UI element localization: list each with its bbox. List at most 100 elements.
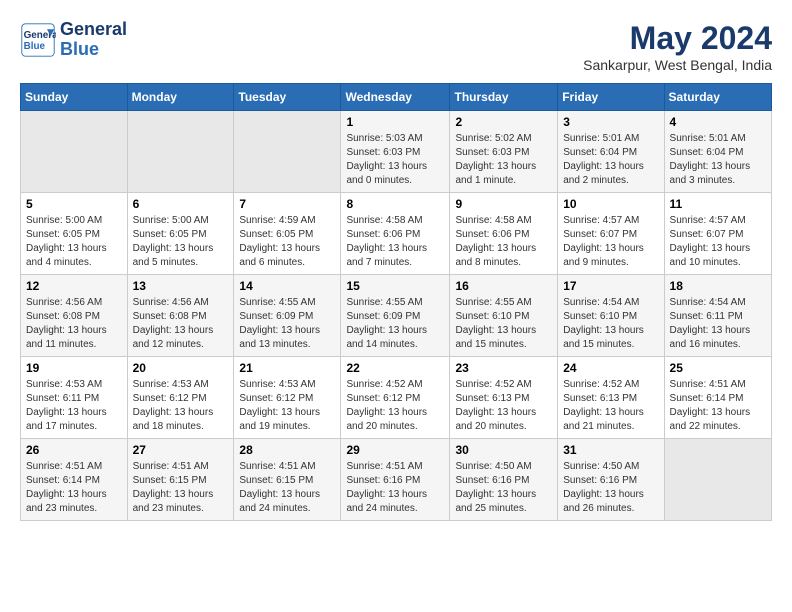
calendar-cell: 30 Sunrise: 4:50 AMSunset: 6:16 PMDayligh… bbox=[450, 439, 558, 521]
calendar-cell: 24 Sunrise: 4:52 AMSunset: 6:13 PMDayligh… bbox=[558, 357, 664, 439]
day-info: Sunrise: 4:52 AMSunset: 6:13 PMDaylight:… bbox=[455, 378, 552, 434]
calendar-cell: 27 Sunrise: 4:51 AMSunset: 6:15 PMDayligh… bbox=[127, 439, 234, 521]
calendar-cell: 29 Sunrise: 4:51 AMSunset: 6:16 PMDayligh… bbox=[341, 439, 450, 521]
day-info: Sunrise: 4:58 AMSunset: 6:06 PMDaylight:… bbox=[455, 214, 552, 270]
day-number: 30 bbox=[455, 443, 552, 457]
calendar-cell: 21Sunrise: 4:53 AMSunset: 6:12 PMDayligh… bbox=[234, 357, 341, 439]
weekday-header-friday: Friday bbox=[558, 84, 664, 111]
calendar-cell: 6 Sunrise: 5:00 AMSunset: 6:05 PMDaylight… bbox=[127, 193, 234, 275]
calendar-cell: 2 Sunrise: 5:02 AMSunset: 6:03 PMDaylight… bbox=[450, 111, 558, 193]
weekday-header-monday: Monday bbox=[127, 84, 234, 111]
month-title: May 2024 bbox=[583, 20, 772, 57]
day-number: 28 bbox=[239, 443, 335, 457]
calendar-cell: 19Sunrise: 4:53 AMSunset: 6:11 PMDayligh… bbox=[21, 357, 128, 439]
day-info: Sunrise: 4:55 AMSunset: 6:09 PMDaylight:… bbox=[346, 296, 444, 352]
title-section: May 2024 Sankarpur, West Bengal, India bbox=[583, 20, 772, 73]
calendar-cell: 28 Sunrise: 4:51 AMSunset: 6:15 PMDayligh… bbox=[234, 439, 341, 521]
day-number: 14 bbox=[239, 279, 335, 293]
weekday-header-tuesday: Tuesday bbox=[234, 84, 341, 111]
day-info: Sunrise: 4:52 AMSunset: 6:13 PMDaylight:… bbox=[563, 378, 658, 434]
week-row-2: 5 Sunrise: 5:00 AMSunset: 6:05 PMDaylight… bbox=[21, 193, 772, 275]
calendar-cell: 20 Sunrise: 4:53 AMSunset: 6:12 PMDayligh… bbox=[127, 357, 234, 439]
day-info: Sunrise: 4:58 AMSunset: 6:06 PMDaylight:… bbox=[346, 214, 444, 270]
weekday-header-wednesday: Wednesday bbox=[341, 84, 450, 111]
day-number: 31 bbox=[563, 443, 658, 457]
weekday-header-row: SundayMondayTuesdayWednesdayThursdayFrid… bbox=[21, 84, 772, 111]
day-number: 17 bbox=[563, 279, 658, 293]
day-number: 8 bbox=[346, 197, 444, 211]
day-number: 16 bbox=[455, 279, 552, 293]
page-header: General Blue General Blue May 2024 Sanka… bbox=[20, 20, 772, 73]
day-number: 3 bbox=[563, 115, 658, 129]
day-number: 6 bbox=[133, 197, 229, 211]
calendar-cell: 12Sunrise: 4:56 AMSunset: 6:08 PMDayligh… bbox=[21, 275, 128, 357]
calendar-cell: 1 Sunrise: 5:03 AMSunset: 6:03 PMDaylight… bbox=[341, 111, 450, 193]
calendar-cell: 16 Sunrise: 4:55 AMSunset: 6:10 PMDayligh… bbox=[450, 275, 558, 357]
day-info: Sunrise: 4:52 AMSunset: 6:12 PMDaylight:… bbox=[346, 378, 444, 434]
calendar-cell: 26Sunrise: 4:51 AMSunset: 6:14 PMDayligh… bbox=[21, 439, 128, 521]
calendar-cell: 18Sunrise: 4:54 AMSunset: 6:11 PMDayligh… bbox=[664, 275, 771, 357]
calendar-cell: 10Sunrise: 4:57 AMSunset: 6:07 PMDayligh… bbox=[558, 193, 664, 275]
day-info: Sunrise: 4:50 AMSunset: 6:16 PMDaylight:… bbox=[563, 460, 658, 516]
calendar-cell: 17 Sunrise: 4:54 AMSunset: 6:10 PMDayligh… bbox=[558, 275, 664, 357]
calendar-cell: 9Sunrise: 4:58 AMSunset: 6:06 PMDaylight… bbox=[450, 193, 558, 275]
day-info: Sunrise: 4:53 AMSunset: 6:12 PMDaylight:… bbox=[133, 378, 229, 434]
day-number: 21 bbox=[239, 361, 335, 375]
logo-line1: General bbox=[60, 20, 127, 40]
day-number: 23 bbox=[455, 361, 552, 375]
day-number: 12 bbox=[26, 279, 122, 293]
day-info: Sunrise: 4:51 AMSunset: 6:15 PMDaylight:… bbox=[239, 460, 335, 516]
calendar-cell: 4Sunrise: 5:01 AMSunset: 6:04 PMDaylight… bbox=[664, 111, 771, 193]
day-info: Sunrise: 5:01 AMSunset: 6:04 PMDaylight:… bbox=[670, 132, 766, 188]
calendar-cell: 25 Sunrise: 4:51 AMSunset: 6:14 PMDayligh… bbox=[664, 357, 771, 439]
weekday-header-saturday: Saturday bbox=[664, 84, 771, 111]
calendar-cell: 5 Sunrise: 5:00 AMSunset: 6:05 PMDaylight… bbox=[21, 193, 128, 275]
logo: General Blue General Blue bbox=[20, 20, 127, 60]
day-info: Sunrise: 4:53 AMSunset: 6:11 PMDaylight:… bbox=[26, 378, 122, 434]
week-row-1: 1 Sunrise: 5:03 AMSunset: 6:03 PMDaylight… bbox=[21, 111, 772, 193]
calendar-cell: 11Sunrise: 4:57 AMSunset: 6:07 PMDayligh… bbox=[664, 193, 771, 275]
calendar-cell bbox=[664, 439, 771, 521]
day-info: Sunrise: 4:54 AMSunset: 6:10 PMDaylight:… bbox=[563, 296, 658, 352]
day-number: 5 bbox=[26, 197, 122, 211]
day-info: Sunrise: 5:00 AMSunset: 6:05 PMDaylight:… bbox=[26, 214, 122, 270]
weekday-header-thursday: Thursday bbox=[450, 84, 558, 111]
day-info: Sunrise: 4:55 AMSunset: 6:09 PMDaylight:… bbox=[239, 296, 335, 352]
day-number: 13 bbox=[133, 279, 229, 293]
week-row-4: 19Sunrise: 4:53 AMSunset: 6:11 PMDayligh… bbox=[21, 357, 772, 439]
day-number: 20 bbox=[133, 361, 229, 375]
day-number: 29 bbox=[346, 443, 444, 457]
weekday-header-sunday: Sunday bbox=[21, 84, 128, 111]
calendar-cell: 8 Sunrise: 4:58 AMSunset: 6:06 PMDaylight… bbox=[341, 193, 450, 275]
day-info: Sunrise: 5:00 AMSunset: 6:05 PMDaylight:… bbox=[133, 214, 229, 270]
day-info: Sunrise: 4:54 AMSunset: 6:11 PMDaylight:… bbox=[670, 296, 766, 352]
day-info: Sunrise: 4:56 AMSunset: 6:08 PMDaylight:… bbox=[133, 296, 229, 352]
calendar-cell: 3Sunrise: 5:01 AMSunset: 6:04 PMDaylight… bbox=[558, 111, 664, 193]
day-info: Sunrise: 4:57 AMSunset: 6:07 PMDaylight:… bbox=[563, 214, 658, 270]
logo-icon: General Blue bbox=[20, 22, 56, 58]
day-info: Sunrise: 4:51 AMSunset: 6:16 PMDaylight:… bbox=[346, 460, 444, 516]
calendar-cell: 23 Sunrise: 4:52 AMSunset: 6:13 PMDayligh… bbox=[450, 357, 558, 439]
logo-line2: Blue bbox=[60, 40, 127, 60]
day-info: Sunrise: 5:02 AMSunset: 6:03 PMDaylight:… bbox=[455, 132, 552, 188]
calendar-cell: 14 Sunrise: 4:55 AMSunset: 6:09 PMDayligh… bbox=[234, 275, 341, 357]
day-number: 27 bbox=[133, 443, 229, 457]
day-number: 26 bbox=[26, 443, 122, 457]
day-number: 25 bbox=[670, 361, 766, 375]
day-info: Sunrise: 4:57 AMSunset: 6:07 PMDaylight:… bbox=[670, 214, 766, 270]
day-info: Sunrise: 4:51 AMSunset: 6:15 PMDaylight:… bbox=[133, 460, 229, 516]
calendar-cell bbox=[234, 111, 341, 193]
day-info: Sunrise: 4:55 AMSunset: 6:10 PMDaylight:… bbox=[455, 296, 552, 352]
day-number: 22 bbox=[346, 361, 444, 375]
day-number: 7 bbox=[239, 197, 335, 211]
day-info: Sunrise: 4:59 AMSunset: 6:05 PMDaylight:… bbox=[239, 214, 335, 270]
day-info: Sunrise: 4:50 AMSunset: 6:16 PMDaylight:… bbox=[455, 460, 552, 516]
day-info: Sunrise: 5:03 AMSunset: 6:03 PMDaylight:… bbox=[346, 132, 444, 188]
week-row-3: 12 Sunrise: 4:56 AMSunset: 6:08 PMDayligh… bbox=[21, 275, 772, 357]
calendar-table: SundayMondayTuesdayWednesdayThursdayFrid… bbox=[20, 83, 772, 521]
day-number: 24 bbox=[563, 361, 658, 375]
day-number: 2 bbox=[455, 115, 552, 129]
day-number: 1 bbox=[346, 115, 444, 129]
calendar-cell: 15Sunrise: 4:55 AMSunset: 6:09 PMDayligh… bbox=[341, 275, 450, 357]
day-info: Sunrise: 4:51 AMSunset: 6:14 PMDaylight:… bbox=[670, 378, 766, 434]
